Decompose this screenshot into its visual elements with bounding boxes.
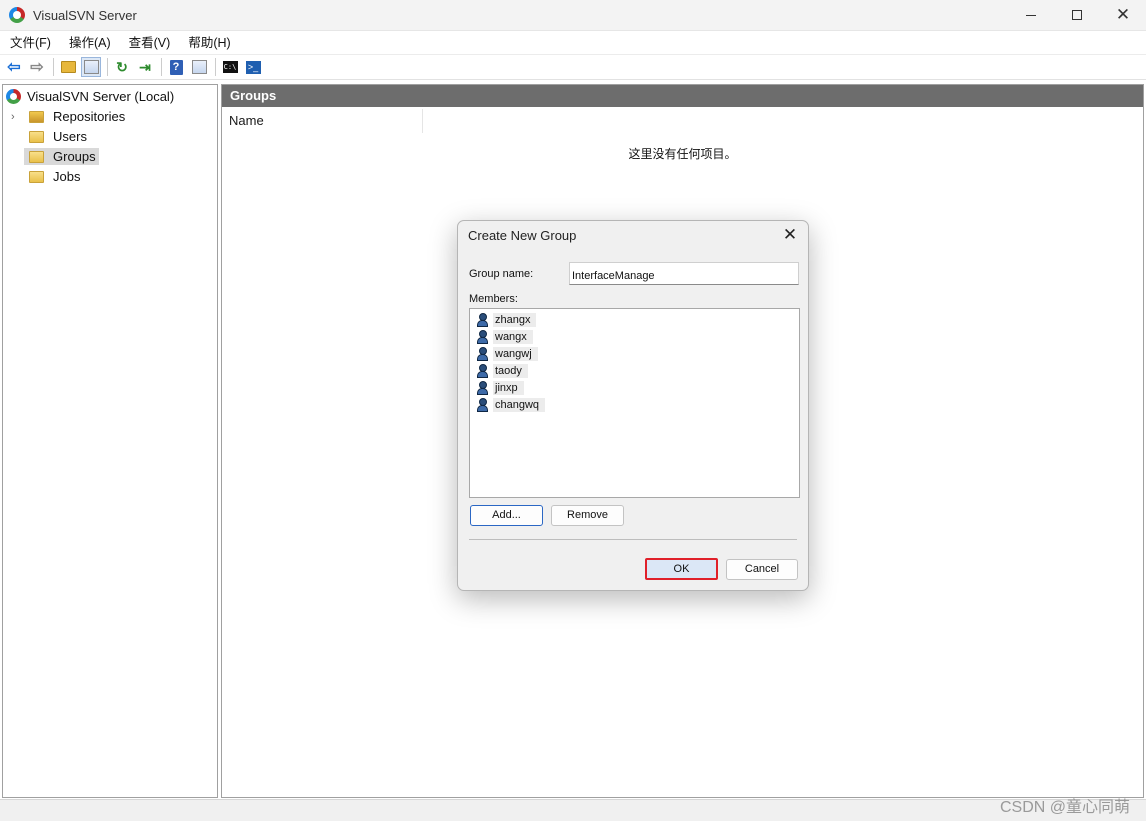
forward-button[interactable]: ⇨ xyxy=(27,57,47,77)
visualsvn-logo-icon xyxy=(9,7,25,23)
user-icon xyxy=(476,329,489,344)
chevron-right-icon[interactable]: › xyxy=(11,111,21,123)
repositories-icon xyxy=(29,110,44,123)
dialog-divider xyxy=(469,539,797,540)
tree-item-label: Jobs xyxy=(53,169,81,184)
watermark: CSDN @童心同萌 xyxy=(999,799,1130,816)
member-name: changwq xyxy=(493,397,546,412)
group-name-input[interactable] xyxy=(569,262,799,285)
folder-icon xyxy=(29,130,44,143)
ok-button[interactable]: OK xyxy=(645,558,718,580)
show-hide-tree-icon xyxy=(83,60,99,74)
column-header-name[interactable]: Name xyxy=(222,109,423,133)
member-name: taody xyxy=(493,363,528,378)
toolbar-separator xyxy=(215,58,216,76)
members-label: Members: xyxy=(469,293,518,305)
members-list[interactable]: zhangx wangx wangwj taody jinxp changwq xyxy=(469,308,800,498)
toolbar-separator xyxy=(161,58,162,76)
list-item[interactable]: changwq xyxy=(476,396,546,413)
member-name: jinxp xyxy=(493,380,524,395)
folder-icon xyxy=(29,150,44,163)
menu-action[interactable]: 操作(A) xyxy=(59,31,119,55)
back-button[interactable]: ⇦ xyxy=(4,57,24,77)
remove-member-button[interactable]: Remove xyxy=(551,505,624,526)
member-name: zhangx xyxy=(493,312,537,327)
refresh-icon: ↻ xyxy=(116,58,128,75)
list-item[interactable]: taody xyxy=(476,362,528,379)
maximize-button[interactable] xyxy=(1054,0,1100,30)
window-controls: ✕ xyxy=(1008,0,1146,30)
minimize-icon xyxy=(1026,14,1036,16)
tree-root[interactable]: VisualSVN Server (Local) xyxy=(6,87,174,106)
command-prompt-icon: C:\ xyxy=(222,61,238,73)
refresh-button[interactable]: ↻ xyxy=(112,57,132,77)
tree-selection: Groups xyxy=(24,148,99,165)
user-icon xyxy=(476,363,489,378)
list-item[interactable]: zhangx xyxy=(476,311,537,328)
minimize-button[interactable] xyxy=(1008,0,1054,30)
add-member-button[interactable]: Add... xyxy=(470,505,543,526)
forward-icon: ⇨ xyxy=(30,59,44,76)
show-hide-tree-button[interactable] xyxy=(81,57,101,77)
tree-item-repositories[interactable]: › Repositories xyxy=(11,107,128,126)
list-item[interactable]: wangx xyxy=(476,328,533,345)
properties-icon xyxy=(191,60,207,74)
dialog-title: Create New Group xyxy=(468,228,577,243)
menu-bar: 文件(F) 操作(A) 查看(V) 帮助(H) xyxy=(0,31,1146,55)
user-icon xyxy=(476,397,489,412)
dialog-close-button[interactable]: ✕ xyxy=(780,225,800,245)
tree-item-label: Users xyxy=(53,129,87,144)
user-icon xyxy=(476,312,489,327)
member-name: wangwj xyxy=(493,346,538,361)
menu-help[interactable]: 帮助(H) xyxy=(178,31,238,55)
powershell-button[interactable]: >_ xyxy=(243,57,263,77)
user-icon xyxy=(476,346,489,361)
help-button[interactable]: ? xyxy=(166,57,186,77)
tree-pane: VisualSVN Server (Local) › Repositories … xyxy=(2,84,218,798)
toolbar-separator xyxy=(53,58,54,76)
create-group-dialog: Create New Group ✕ Group name: Members: … xyxy=(457,220,809,591)
maximize-icon xyxy=(1072,10,1082,20)
visualsvn-server-icon xyxy=(6,89,21,104)
back-icon: ⇦ xyxy=(7,59,21,76)
pane-title: Groups xyxy=(222,85,1143,107)
list-item[interactable]: jinxp xyxy=(476,379,524,396)
toolbar-separator xyxy=(107,58,108,76)
up-folder-button[interactable] xyxy=(58,57,78,77)
properties-button[interactable] xyxy=(189,57,209,77)
toolbar: ⇦ ⇨ ↻ ⇥ ? C:\ >_ xyxy=(0,55,1146,80)
powershell-icon: >_ xyxy=(245,60,261,74)
tree-item-users[interactable]: Users xyxy=(29,127,90,146)
user-icon xyxy=(476,380,489,395)
title-bar: VisualSVN Server ✕ xyxy=(0,0,1146,31)
list-item[interactable]: wangwj xyxy=(476,345,538,362)
window-title: VisualSVN Server xyxy=(33,7,137,23)
status-bar xyxy=(0,799,1146,821)
tree-item-groups[interactable]: Groups xyxy=(24,147,99,166)
export-list-icon: ⇥ xyxy=(139,58,151,75)
folder-icon xyxy=(29,170,44,183)
empty-list-message: 这里没有任何项目。 xyxy=(628,147,737,161)
tree-root-label: VisualSVN Server (Local) xyxy=(27,89,175,104)
close-window-button[interactable]: ✕ xyxy=(1100,0,1146,30)
close-icon: ✕ xyxy=(782,225,798,244)
up-folder-icon xyxy=(60,61,76,73)
command-prompt-button[interactable]: C:\ xyxy=(220,57,240,77)
cancel-button[interactable]: Cancel xyxy=(726,559,798,580)
member-name: wangx xyxy=(493,329,533,344)
group-name-label: Group name: xyxy=(469,268,534,280)
tree-item-label: Groups xyxy=(53,149,96,164)
close-icon: ✕ xyxy=(1115,5,1131,24)
help-icon: ? xyxy=(169,59,183,75)
tree-item-jobs[interactable]: Jobs xyxy=(29,167,83,186)
tree-item-label: Repositories xyxy=(53,109,126,124)
menu-view[interactable]: 查看(V) xyxy=(119,31,179,55)
menu-file[interactable]: 文件(F) xyxy=(0,31,59,55)
export-list-button[interactable]: ⇥ xyxy=(135,57,155,77)
